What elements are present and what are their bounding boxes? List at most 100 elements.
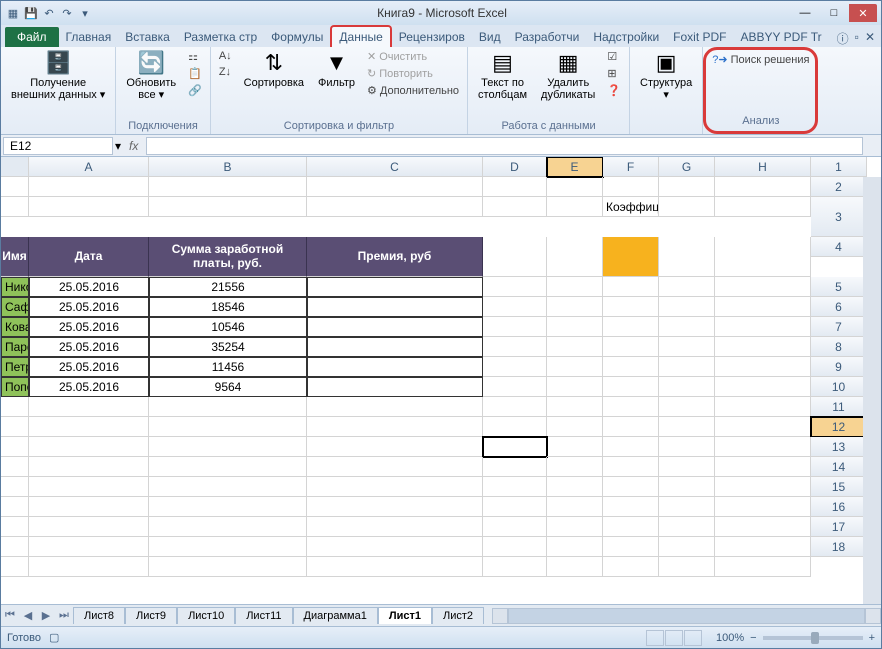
sum-cell[interactable]: 35254 <box>149 337 307 357</box>
row-header[interactable]: 8 <box>811 337 867 357</box>
view-pagebreak-button[interactable] <box>684 630 702 646</box>
col-header[interactable]: G <box>659 157 715 177</box>
date-cell[interactable]: 25.05.2016 <box>29 297 149 317</box>
row-header[interactable]: 11 <box>811 397 867 417</box>
cell[interactable] <box>29 517 149 537</box>
cell[interactable] <box>715 377 811 397</box>
zoom-out-button[interactable]: − <box>750 632 756 644</box>
refresh-all-button[interactable]: 🔄Обновить все ▾ <box>122 49 180 103</box>
cell[interactable] <box>307 177 483 197</box>
date-cell[interactable]: 25.05.2016 <box>29 357 149 377</box>
cell[interactable] <box>483 337 547 357</box>
properties-button[interactable]: 📋 <box>186 66 204 81</box>
name-cell[interactable]: Коваль Л. П. <box>1 317 29 337</box>
cell[interactable] <box>715 557 811 577</box>
formula-input[interactable] <box>146 137 863 155</box>
cell[interactable] <box>659 297 715 317</box>
cell[interactable] <box>603 477 659 497</box>
cell[interactable] <box>29 437 149 457</box>
cell[interactable] <box>483 237 547 277</box>
sheet-tab[interactable]: Лист10 <box>177 607 235 624</box>
cell[interactable] <box>1 537 29 557</box>
active-cell[interactable] <box>483 437 547 457</box>
cell[interactable] <box>1 437 29 457</box>
name-cell[interactable]: Попова М. Д. <box>1 377 29 397</box>
tab-review[interactable]: Рецензиров <box>392 27 472 47</box>
cell[interactable] <box>659 537 715 557</box>
cell[interactable] <box>715 237 811 277</box>
cell[interactable] <box>547 357 603 377</box>
cell[interactable]: Коэффициэнт <box>603 197 659 217</box>
minimize-button[interactable]: — <box>791 4 819 22</box>
select-all-corner[interactable] <box>1 157 29 177</box>
tab-formulas[interactable]: Формулы <box>264 27 330 47</box>
view-pagelayout-button[interactable] <box>665 630 683 646</box>
row-header[interactable]: 2 <box>811 177 867 197</box>
cell[interactable] <box>483 377 547 397</box>
cell[interactable] <box>659 477 715 497</box>
cell[interactable] <box>29 197 149 217</box>
remove-duplicates-button[interactable]: ▦Удалить дубликаты <box>537 49 599 103</box>
zoom-level[interactable]: 100% <box>716 632 744 644</box>
cell[interactable] <box>547 317 603 337</box>
sheet-nav-last[interactable]: ⏭ <box>55 607 73 625</box>
cell[interactable] <box>659 417 715 437</box>
undo-icon[interactable]: ↶ <box>41 5 57 21</box>
tab-home[interactable]: Главная <box>59 27 119 47</box>
bonus-cell[interactable] <box>307 277 483 297</box>
zoom-in-button[interactable]: + <box>869 632 875 644</box>
col-header[interactable]: H <box>715 157 811 177</box>
cell[interactable] <box>29 537 149 557</box>
sheet-tab[interactable]: Лист11 <box>235 607 292 624</box>
sheet-tab[interactable]: Лист1 <box>378 607 432 624</box>
cell[interactable] <box>483 297 547 317</box>
cell[interactable] <box>715 357 811 377</box>
cell[interactable] <box>149 197 307 217</box>
row-header[interactable]: 16 <box>811 497 867 517</box>
fx-icon[interactable]: fx <box>121 139 146 153</box>
name-box[interactable]: E12 <box>3 137 113 155</box>
coef-cell[interactable] <box>603 237 659 277</box>
cell[interactable] <box>603 457 659 477</box>
cell[interactable] <box>547 297 603 317</box>
sum-cell[interactable]: 9564 <box>149 377 307 397</box>
cell[interactable] <box>307 417 483 437</box>
cell[interactable] <box>603 537 659 557</box>
cell[interactable] <box>1 497 29 517</box>
cell[interactable] <box>659 377 715 397</box>
cell[interactable] <box>483 197 547 217</box>
cell[interactable] <box>547 497 603 517</box>
doc-close-icon[interactable]: ✕ <box>865 30 875 47</box>
cell[interactable] <box>715 177 811 197</box>
cell[interactable] <box>659 497 715 517</box>
cell[interactable] <box>603 557 659 577</box>
row-header[interactable]: 18 <box>811 537 867 557</box>
cell[interactable] <box>307 457 483 477</box>
sort-az-button[interactable]: A↓ <box>217 49 234 63</box>
date-cell[interactable]: 25.05.2016 <box>29 317 149 337</box>
advanced-filter-button[interactable]: ⚙ Дополнительно <box>365 83 461 98</box>
bonus-cell[interactable] <box>307 377 483 397</box>
zoom-slider[interactable] <box>763 636 863 640</box>
cell[interactable] <box>659 197 715 217</box>
date-cell[interactable]: 25.05.2016 <box>29 377 149 397</box>
vertical-scrollbar[interactable] <box>863 177 881 604</box>
row-header[interactable]: 10 <box>811 377 867 397</box>
row-header[interactable]: 4 <box>811 237 867 257</box>
cell[interactable] <box>547 437 603 457</box>
cell[interactable] <box>149 517 307 537</box>
cell[interactable] <box>29 177 149 197</box>
row-header[interactable]: 9 <box>811 357 867 377</box>
cell[interactable] <box>715 397 811 417</box>
cell[interactable] <box>149 417 307 437</box>
name-cell[interactable]: Петров Ф. Л. <box>1 357 29 377</box>
cell[interactable] <box>603 377 659 397</box>
sheet-nav-first[interactable]: ⏮ <box>1 607 19 625</box>
cell[interactable] <box>307 557 483 577</box>
cell[interactable] <box>149 557 307 577</box>
cell[interactable] <box>29 497 149 517</box>
tab-developer[interactable]: Разработчи <box>508 27 587 47</box>
bonus-cell[interactable] <box>307 297 483 317</box>
name-cell[interactable]: Парфенов Д. Ф. <box>1 337 29 357</box>
cell[interactable] <box>307 537 483 557</box>
